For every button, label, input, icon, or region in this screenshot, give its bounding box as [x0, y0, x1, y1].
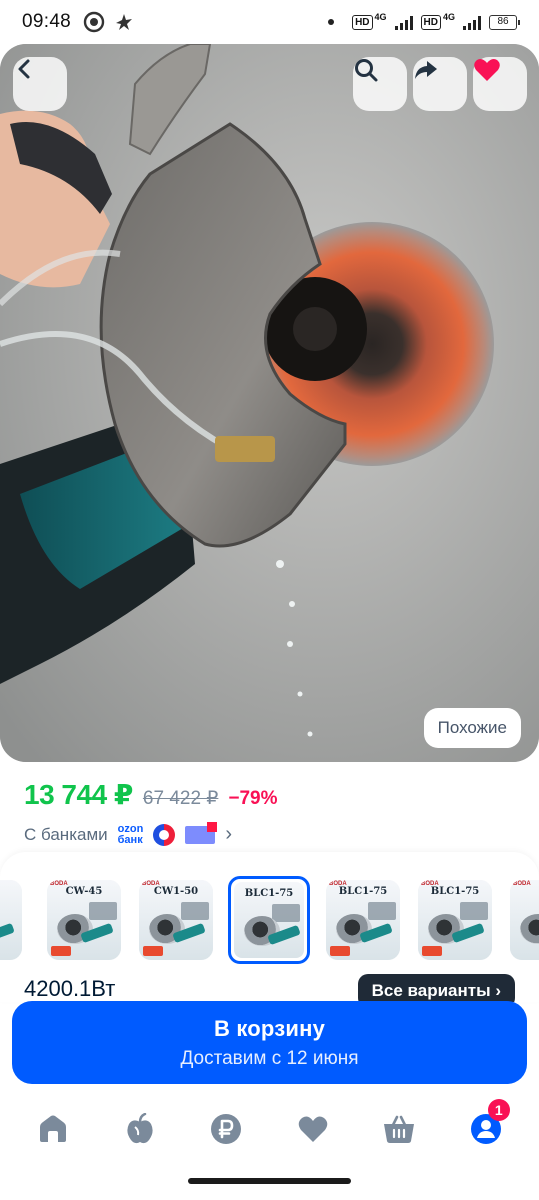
banks-label: С банками: [24, 824, 108, 844]
chevron-right-icon: ›: [225, 823, 232, 845]
signal-icon: [394, 14, 413, 30]
back-button[interactable]: [13, 57, 67, 111]
ozon-bank-line2: банк: [117, 833, 143, 846]
variant-thumb[interactable]: BODA: [510, 880, 539, 960]
status-right: HD 4G HD 4G 86: [328, 12, 520, 30]
add-to-cart-label: В корзину: [213, 1015, 326, 1041]
variant-thumb[interactable]: [0, 880, 22, 960]
add-to-cart-button[interactable]: В корзину Доставим с 12 июня: [12, 1001, 527, 1084]
share-button[interactable]: [413, 57, 467, 111]
nav-home[interactable]: [23, 1099, 83, 1159]
bottom-navigation: 1: [0, 1098, 539, 1160]
all-variants-button[interactable]: Все варианты ›: [357, 974, 515, 1002]
ruble-icon: [211, 1114, 242, 1144]
variant-thumb[interactable]: BODA BLC1-75: [326, 880, 400, 960]
favorites-heart-icon: [298, 1116, 328, 1142]
home-indicator[interactable]: [188, 1178, 351, 1184]
search-icon: [355, 59, 378, 82]
battery-icon: 86: [489, 14, 520, 30]
nav-finance[interactable]: [196, 1099, 256, 1159]
net-type-1: 4G: [374, 12, 387, 22]
profile-notification-badge: 1: [487, 1099, 510, 1121]
nav-fresh[interactable]: [110, 1099, 170, 1159]
hd-badge-1: HD: [352, 14, 373, 30]
home-icon: [40, 1115, 67, 1142]
signal-icon-2: [463, 14, 481, 30]
chevron-left-icon: [18, 59, 30, 79]
notification-dot: [328, 19, 335, 25]
delivery-date-label: Доставим с 12 июня: [180, 1047, 359, 1069]
variant-thumb[interactable]: BODA CW1-50: [139, 880, 213, 960]
nav-cart[interactable]: [369, 1099, 429, 1159]
chat-bubble-icon: [83, 11, 105, 33]
bird-icon: [116, 14, 133, 30]
old-price: 67 422 ₽: [142, 788, 219, 809]
nav-favorites[interactable]: [283, 1099, 343, 1159]
variant-thumb[interactable]: BODA BLC1-75: [418, 880, 492, 960]
similar-button[interactable]: Похожие: [423, 708, 521, 748]
hd-badge-2: HD: [420, 14, 441, 30]
fresh-apple-icon: [127, 1113, 153, 1144]
variants-section: BODA CW-45 BODA CW1-50 BLC1-75 BODA BLC1-75…: [0, 852, 539, 1002]
variant-thumb-selected[interactable]: BLC1-75: [228, 876, 310, 964]
product-gallery[interactable]: Похожие: [0, 44, 539, 762]
cart-basket-icon: [384, 1115, 415, 1143]
share-arrow-icon: [415, 61, 437, 79]
variant-power-label: 4200.1Вт: [24, 976, 116, 1001]
variant-thumb[interactable]: BODA CW-45: [47, 880, 121, 960]
current-price: 13 744 ₽: [24, 779, 133, 810]
status-time: 09:48: [22, 11, 72, 32]
net-type-2: 4G: [442, 12, 455, 22]
product-photo: [0, 44, 539, 762]
bank-logo-icon: [153, 823, 176, 846]
search-button[interactable]: [353, 57, 407, 111]
bank-flag-icon: [185, 821, 218, 844]
price-card: 13 744 ₽ 67 422 ₽ −79% С банками ozon ба…: [0, 764, 539, 848]
price-row: 13 744 ₽ 67 422 ₽ −79%: [24, 778, 515, 811]
status-bar: 09:48 HD 4G HD 4G 86: [0, 0, 539, 44]
ozon-bank-logo: ozon банк: [117, 823, 144, 846]
favorite-button[interactable]: [473, 57, 527, 111]
discount-badge: −79%: [228, 788, 278, 809]
nav-profile[interactable]: 1: [456, 1099, 516, 1159]
status-left-icons: [83, 11, 135, 33]
heart-icon: [474, 59, 500, 81]
variant-thumbnails[interactable]: BODA CW-45 BODA CW1-50 BLC1-75 BODA BLC1-75…: [0, 876, 539, 966]
bank-offers-row[interactable]: С банками ozon банк ›: [24, 821, 515, 846]
